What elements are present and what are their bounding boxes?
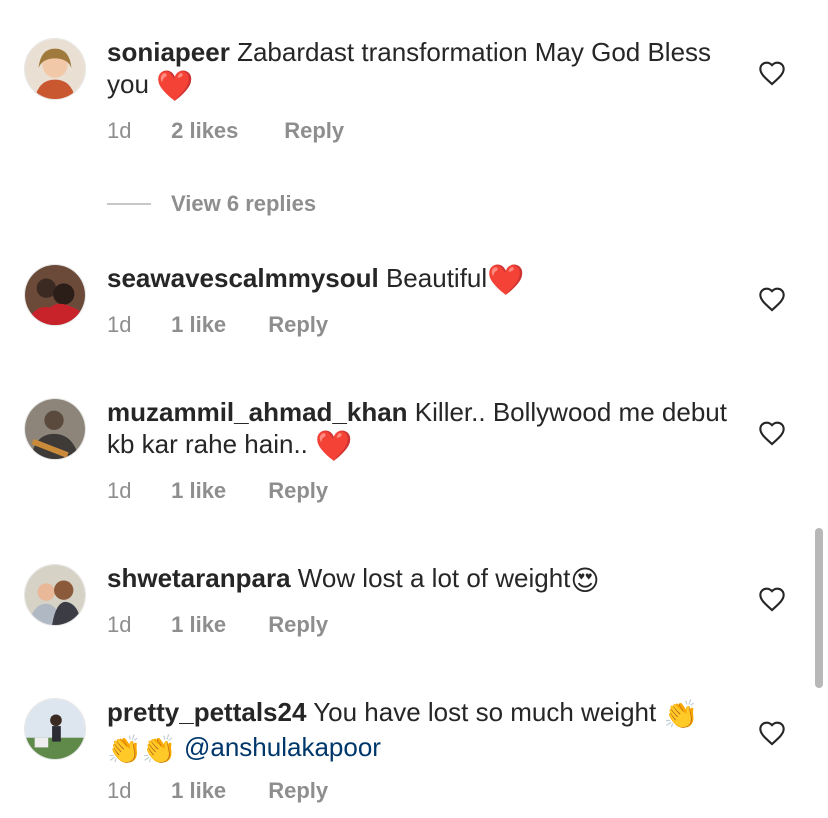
comment-username[interactable]: seawavescalmmysoul — [107, 263, 379, 293]
avatar[interactable] — [24, 264, 86, 326]
comment-meta: 1d 1 like Reply — [107, 778, 328, 804]
comment-time: 1d — [107, 612, 132, 637]
comment-time: 1d — [107, 118, 132, 143]
comment-username[interactable]: muzammil_ahmad_khan — [107, 397, 408, 427]
scrollbar[interactable] — [815, 528, 823, 688]
comment-text: muzammil_ahmad_khan Killer.. Bollywood m… — [107, 396, 727, 463]
like-heart-icon[interactable] — [758, 586, 786, 612]
comment-likes[interactable]: 1 like — [171, 612, 262, 638]
comment-body: Beautiful — [385, 263, 488, 293]
comment-username[interactable]: soniapeer — [107, 37, 230, 67]
comment-meta: 1d 1 like Reply — [107, 312, 328, 338]
avatar[interactable] — [24, 564, 86, 626]
comment-likes[interactable]: 1 like — [171, 478, 262, 504]
like-heart-icon[interactable] — [758, 286, 786, 312]
comment-text: shwetaranpara Wow lost a lot of weight😍 — [107, 562, 727, 597]
view-replies-label: View 6 replies — [171, 191, 317, 216]
reply-button[interactable]: Reply — [284, 118, 344, 144]
comment-likes[interactable]: 1 like — [171, 312, 262, 338]
comment-username[interactable]: pretty_pettals24 — [107, 697, 306, 727]
red-heart-emoji: ❤️ — [487, 264, 525, 297]
comment-likes[interactable]: 2 likes — [171, 118, 278, 144]
comment-likes[interactable]: 1 like — [171, 778, 262, 804]
avatar[interactable] — [24, 38, 86, 100]
comment-text: pretty_pettals24 You have lost so much w… — [107, 696, 727, 766]
comment-body: Wow lost a lot of weight — [297, 563, 571, 593]
view-replies-button[interactable]: View 6 replies — [107, 188, 316, 220]
red-heart-emoji: ❤️ — [315, 430, 353, 463]
reply-button[interactable]: Reply — [268, 778, 328, 804]
like-heart-icon[interactable] — [758, 60, 786, 86]
avatar[interactable] — [24, 698, 86, 760]
reply-button[interactable]: Reply — [268, 478, 328, 504]
mention-link[interactable]: @anshulakapoor — [184, 732, 381, 762]
avatar[interactable] — [24, 398, 86, 460]
comment-text: seawavescalmmysoul Beautiful❤️ — [107, 262, 727, 297]
comment-meta: 1d 2 likes Reply — [107, 118, 344, 144]
comment-time: 1d — [107, 478, 132, 503]
comment-text: soniapeer Zabardast transformation May G… — [107, 36, 727, 103]
comment-meta: 1d 1 like Reply — [107, 478, 328, 504]
like-heart-icon[interactable] — [758, 720, 786, 746]
reply-button[interactable]: Reply — [268, 312, 328, 338]
reply-button[interactable]: Reply — [268, 612, 328, 638]
comment-meta: 1d 1 like Reply — [107, 612, 328, 638]
red-heart-emoji: ❤️ — [156, 70, 194, 103]
comment-username[interactable]: shwetaranpara — [107, 563, 291, 593]
comment-time: 1d — [107, 312, 132, 337]
comment-time: 1d — [107, 778, 132, 803]
heart-eyes-emoji: 😍 — [570, 565, 600, 596]
comment-body: You have lost so much weight — [313, 697, 657, 727]
divider-line — [107, 203, 151, 205]
like-heart-icon[interactable] — [758, 420, 786, 446]
